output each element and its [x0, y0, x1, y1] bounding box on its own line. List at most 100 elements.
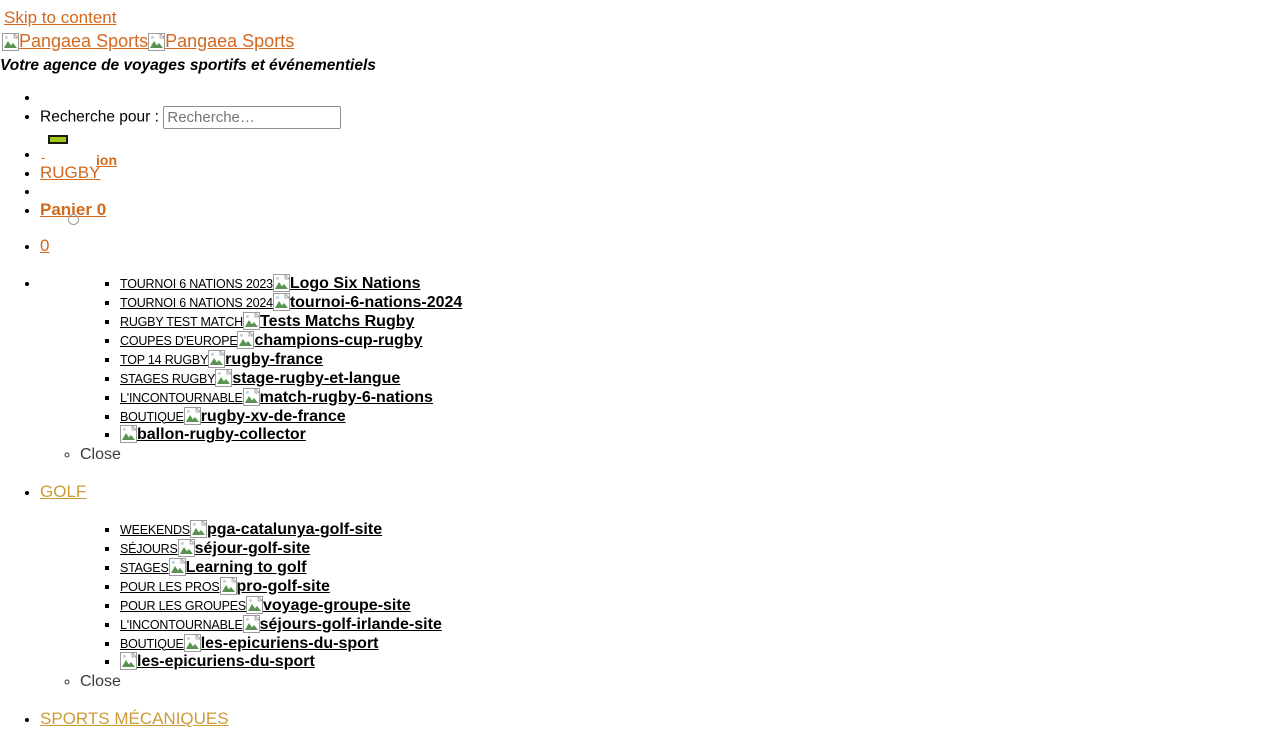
nav-link-rugby[interactable]: RUGBY [40, 163, 100, 182]
nav-spacer-item [40, 146, 1280, 163]
nav-item-sports-mecaniques[interactable]: SPORTS MÉCANIQUES [40, 709, 1280, 729]
nav-link-sports-mecaniques[interactable]: SPORTS MÉCANIQUES [40, 709, 229, 728]
menu-item-label-link[interactable]: L'INCONTOURNABLE [120, 618, 243, 632]
site-branding: Pangaea Sports Pangaea Sports [0, 27, 1280, 52]
menu-item-image-link[interactable]: rugby-france [208, 349, 323, 368]
golf-submenu-group: WEEKENDSpga-catalunya-golf-siteSÉJOURSsé… [80, 520, 1280, 671]
golf-submenu-level2: WEEKENDSpga-catalunya-golf-siteSÉJOURSsé… [40, 520, 1280, 693]
broken-image-icon [237, 330, 255, 349]
cart-list-item[interactable]: Panier 0 [40, 200, 1280, 226]
rugby-submenu-group: TOURNOI 6 NATIONS 2023Logo Six NationsTO… [80, 274, 1280, 444]
menu-item-image-link[interactable]: séjour-golf-site [177, 539, 310, 558]
broken-image-icon [183, 633, 201, 652]
menu-item-image-link[interactable]: rugby-xv-de-france [183, 406, 346, 425]
broken-image-icon [120, 652, 137, 671]
broken-image-icon [208, 349, 226, 368]
rugby-submenu-level3: TOURNOI 6 NATIONS 2023Logo Six NationsTO… [80, 274, 1280, 444]
menu-item-image-link[interactable]: ballon-rugby-collector [120, 425, 306, 444]
rugby-submenu-level2: TOURNOI 6 NATIONS 2023Logo Six NationsTO… [40, 274, 1280, 466]
menu-item-image-link[interactable]: voyage-groupe-site [246, 595, 411, 614]
skip-to-content-link[interactable]: Skip to content [0, 0, 1280, 27]
nav-rugby-suffix-fragment: ion [96, 152, 117, 169]
menu-item-image-link[interactable]: les-epicuriens-du-sport [183, 633, 379, 652]
menu-list-item[interactable]: TOP 14 RUGBYrugby-france [120, 349, 1280, 369]
menu-item-label-link[interactable]: BOUTIQUE [120, 637, 184, 651]
broken-image-icon [2, 33, 19, 52]
menu-item-image-link[interactable]: Learning to golf [168, 557, 306, 576]
menu-item-image-link[interactable]: Tests Matchs Rugby [242, 311, 414, 330]
broken-image-icon [189, 520, 207, 539]
menu-item-label-link[interactable]: SÉJOURS [120, 542, 178, 556]
broken-image-icon [242, 614, 260, 633]
menu-item-image-link[interactable]: Logo Six Nations [272, 274, 421, 293]
menu-item-image-link[interactable]: match-rugby-6-nations [242, 387, 433, 406]
menu-list-item[interactable]: STAGES RUGBYstage-rugby-et-langue [120, 368, 1280, 388]
menu-list-item[interactable]: WEEKENDSpga-catalunya-golf-site [120, 520, 1280, 539]
site-logo-text-secondary: Pangaea Sports [165, 31, 295, 52]
broken-image-icon [177, 539, 195, 558]
broken-image-icon [219, 576, 237, 595]
site-logo-link-primary[interactable]: Pangaea Sports [2, 31, 149, 52]
cart-count-list-item[interactable]: 0 [40, 236, 1280, 256]
menu-list-item[interactable]: L'INCONTOURNABLEséjours-golf-irlande-sit… [120, 614, 1280, 634]
site-tagline: Votre agence de voyages sportifs et évén… [0, 57, 376, 75]
menu-item-image-link[interactable]: champions-cup-rugby [237, 330, 422, 349]
broken-image-icon [168, 557, 186, 576]
menu-item-image-link[interactable]: les-epicuriens-du-sport [120, 652, 315, 671]
menu-item-image-link[interactable]: pga-catalunya-golf-site [189, 520, 382, 539]
broken-image-icon [148, 33, 166, 52]
menu-list-item[interactable]: les-epicuriens-du-sport [120, 652, 1280, 671]
menu-list-item[interactable]: ballon-rugby-collector [120, 425, 1280, 444]
menu-list-item[interactable]: BOUTIQUErugby-xv-de-france [120, 406, 1280, 426]
site-logo-text-primary: Pangaea Sports [19, 31, 149, 52]
menu-list-item[interactable]: BOUTIQUEles-epicuriens-du-sport [120, 633, 1280, 653]
menu-item-label-link[interactable]: POUR LES GROUPES [120, 599, 246, 613]
broken-image-icon [272, 274, 290, 293]
menu-item-image-link[interactable]: pro-golf-site [219, 576, 330, 595]
rugby-submenu-wrapper: TOURNOI 6 NATIONS 2023Logo Six NationsTO… [40, 274, 1280, 466]
broken-image-icon [272, 293, 290, 312]
golf-submenu-level3: WEEKENDSpga-catalunya-golf-siteSÉJOURSsé… [80, 520, 1280, 671]
broken-image-icon [215, 368, 233, 387]
nav-dash-marker: - [41, 150, 46, 166]
menu-list-item[interactable]: POUR LES GROUPESvoyage-groupe-site [120, 595, 1280, 615]
menu-list-item[interactable]: COUPES D'EUROPEchampions-cup-rugby [120, 330, 1280, 350]
menu-item-label-link[interactable]: TOURNOI 6 NATIONS 2023 [120, 277, 273, 291]
site-logo-link-secondary[interactable]: Pangaea Sports [148, 31, 295, 52]
menu-item-label-link[interactable]: COUPES D'EUROPE [120, 334, 238, 348]
menu-item-label-link[interactable]: TOP 14 RUGBY [120, 353, 208, 367]
search-submit-button[interactable] [48, 134, 68, 144]
menu-item-label-link[interactable]: WEEKENDS [120, 523, 190, 537]
menu-list-item[interactable]: L'INCONTOURNABLEmatch-rugby-6-nations [120, 387, 1280, 407]
menu-item-image-link[interactable]: stage-rugby-et-langue [215, 368, 400, 387]
menu-list-item[interactable]: STAGESLearning to golf [120, 557, 1280, 577]
nav-link-golf[interactable]: GOLF [40, 482, 86, 501]
menu-list-item[interactable]: POUR LES PROSpro-golf-site [120, 576, 1280, 596]
menu-item-label-link[interactable]: BOUTIQUE [120, 410, 184, 424]
broken-image-icon [120, 425, 137, 444]
menu-list-item[interactable]: TOURNOI 6 NATIONS 2023Logo Six Nations [120, 274, 1280, 293]
menu-item-image-link[interactable]: tournoi-6-nations-2024 [272, 293, 462, 312]
search-label: Recherche pour : [40, 108, 159, 126]
nav-item-rugby[interactable]: - RUGBY ion [40, 151, 1280, 183]
menu-list-item[interactable]: TOURNOI 6 NATIONS 2024tournoi-6-nations-… [120, 293, 1280, 312]
nav-spacer-item [40, 183, 1280, 200]
rugby-close-item[interactable]: Close [80, 444, 1280, 466]
menu-item-image-link[interactable]: séjours-golf-irlande-site [242, 614, 442, 633]
golf-close-item[interactable]: Close [80, 671, 1280, 693]
menu-item-label-link[interactable]: STAGES RUGBY [120, 372, 216, 386]
broken-image-icon [246, 595, 263, 614]
search-list-item: Recherche pour : [40, 105, 1280, 147]
menu-item-label-link[interactable]: STAGES [120, 561, 169, 575]
menu-list-item[interactable]: SÉJOURSséjour-golf-site [120, 539, 1280, 558]
cart-count-link[interactable]: 0 [40, 236, 49, 255]
menu-item-label-link[interactable]: TOURNOI 6 NATIONS 2024 [120, 296, 273, 310]
primary-navigation-list: Recherche pour : - RUGBY ion Panier 0 0 … [0, 89, 1280, 729]
menu-item-label-link[interactable]: RUGBY TEST MATCH [120, 315, 243, 329]
nav-spacer-item [40, 89, 1280, 106]
menu-item-label-link[interactable]: POUR LES PROS [120, 580, 220, 594]
nav-item-golf[interactable]: GOLF WEEKENDSpga-catalunya-golf-siteSÉJO… [40, 482, 1280, 693]
menu-list-item[interactable]: RUGBY TEST MATCHTests Matchs Rugby [120, 311, 1280, 331]
menu-item-label-link[interactable]: L'INCONTOURNABLE [120, 391, 243, 405]
search-input[interactable] [163, 105, 342, 129]
